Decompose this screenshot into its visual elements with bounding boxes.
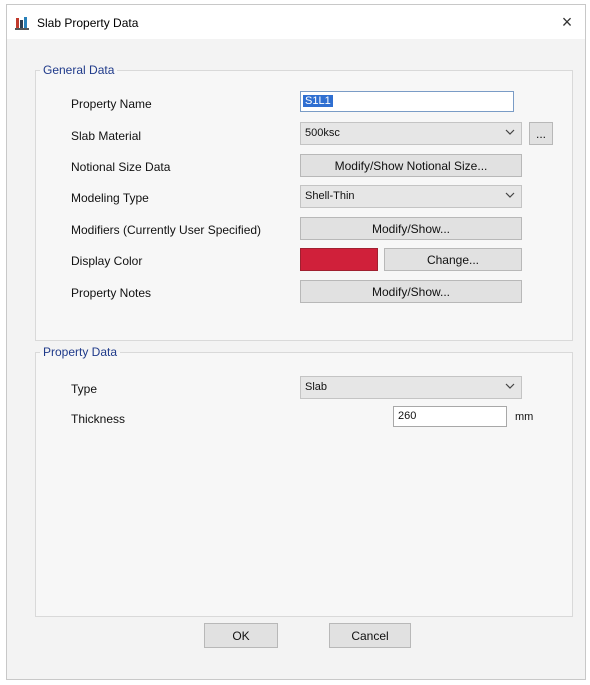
slab-material-more-button[interactable]: ... xyxy=(529,122,553,145)
thickness-unit: mm xyxy=(515,411,534,423)
modify-notional-size-button[interactable]: Modify/Show Notional Size... xyxy=(300,154,522,177)
chevron-down-icon xyxy=(505,383,515,389)
modify-property-notes-button[interactable]: Modify/Show... xyxy=(300,280,522,303)
property-name-label: Property Name xyxy=(71,97,152,111)
property-name-value: S1L1 xyxy=(303,95,333,107)
modeling-type-select[interactable]: Shell-Thin xyxy=(300,185,522,208)
chevron-down-icon xyxy=(505,192,515,198)
modeling-type-value: Shell-Thin xyxy=(305,190,355,202)
modify-modifiers-button[interactable]: Modify/Show... xyxy=(300,217,522,240)
ok-button[interactable]: OK xyxy=(204,623,278,648)
property-notes-label: Property Notes xyxy=(71,286,152,300)
slab-material-label: Slab Material xyxy=(71,129,142,143)
modifiers-label: Modifiers (Currently User Specified) xyxy=(71,223,262,237)
general-data-legend: General Data xyxy=(43,63,115,77)
thickness-value: 260 xyxy=(398,410,417,422)
display-color-swatch xyxy=(300,248,378,271)
app-icon xyxy=(15,17,29,30)
slab-material-value: 500ksc xyxy=(305,127,340,139)
change-color-button[interactable]: Change... xyxy=(384,248,522,271)
title-bar: Slab Property Data × xyxy=(7,5,585,39)
type-value: Slab xyxy=(305,381,328,393)
slab-material-select[interactable]: 500ksc xyxy=(300,122,522,145)
thickness-input[interactable]: 260 xyxy=(393,406,507,427)
property-data-legend: Property Data xyxy=(43,345,118,359)
modeling-type-label: Modeling Type xyxy=(71,191,149,205)
close-icon[interactable]: × xyxy=(553,9,581,35)
display-color-label: Display Color xyxy=(71,254,143,268)
property-name-input[interactable]: S1L1 xyxy=(300,91,514,112)
notional-size-label: Notional Size Data xyxy=(71,160,171,174)
thickness-label: Thickness xyxy=(71,412,126,426)
type-label: Type xyxy=(71,382,98,396)
dialog-title: Slab Property Data xyxy=(37,16,139,30)
cancel-button[interactable]: Cancel xyxy=(329,623,411,648)
chevron-down-icon xyxy=(505,129,515,135)
type-select[interactable]: Slab xyxy=(300,376,522,399)
slab-property-dialog: Slab Property Data × General Data Proper… xyxy=(6,4,586,680)
